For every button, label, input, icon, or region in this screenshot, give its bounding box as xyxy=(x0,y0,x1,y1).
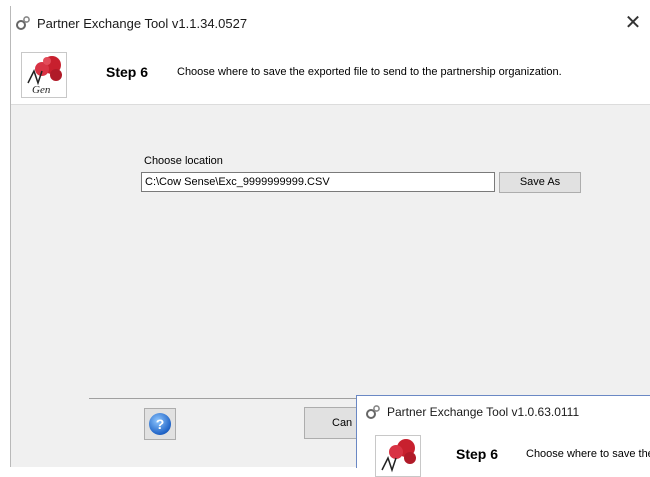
overlay-title-bar: Partner Exchange Tool v1.0.63.0111 xyxy=(357,396,650,428)
app-gear-icon xyxy=(365,404,381,420)
step-header: Gen Step 6 Choose where to save the expo… xyxy=(11,40,650,105)
overlay-window[interactable]: Partner Exchange Tool v1.0.63.0111 Step … xyxy=(356,395,650,477)
help-button[interactable]: ? xyxy=(144,408,176,440)
close-icon[interactable]: ✕ xyxy=(621,11,645,35)
overlay-step-header: Step 6 Choose where to save the xyxy=(357,428,650,477)
choose-location-label: Choose location xyxy=(144,155,223,167)
app-gear-icon xyxy=(15,15,31,31)
overlay-step-title: Step 6 xyxy=(456,446,499,462)
overlay-step-description: Choose where to save the xyxy=(526,448,650,460)
window-title: Partner Exchange Tool v1.1.34.0527 xyxy=(37,16,248,31)
company-logo: Gen xyxy=(21,52,67,98)
overlay-window-title: Partner Exchange Tool v1.0.63.0111 xyxy=(387,405,580,419)
save-as-button[interactable]: Save As xyxy=(499,172,581,193)
help-icon: ? xyxy=(149,413,171,435)
title-bar: Partner Exchange Tool v1.1.34.0527 ✕ xyxy=(11,6,650,40)
step-description: Choose where to save the exported file t… xyxy=(177,66,562,78)
step-title: Step 6 xyxy=(106,64,149,80)
cancel-button[interactable]: Can xyxy=(304,407,364,439)
svg-text:Gen: Gen xyxy=(32,84,51,96)
location-input[interactable] xyxy=(141,172,495,192)
company-logo xyxy=(375,435,421,477)
